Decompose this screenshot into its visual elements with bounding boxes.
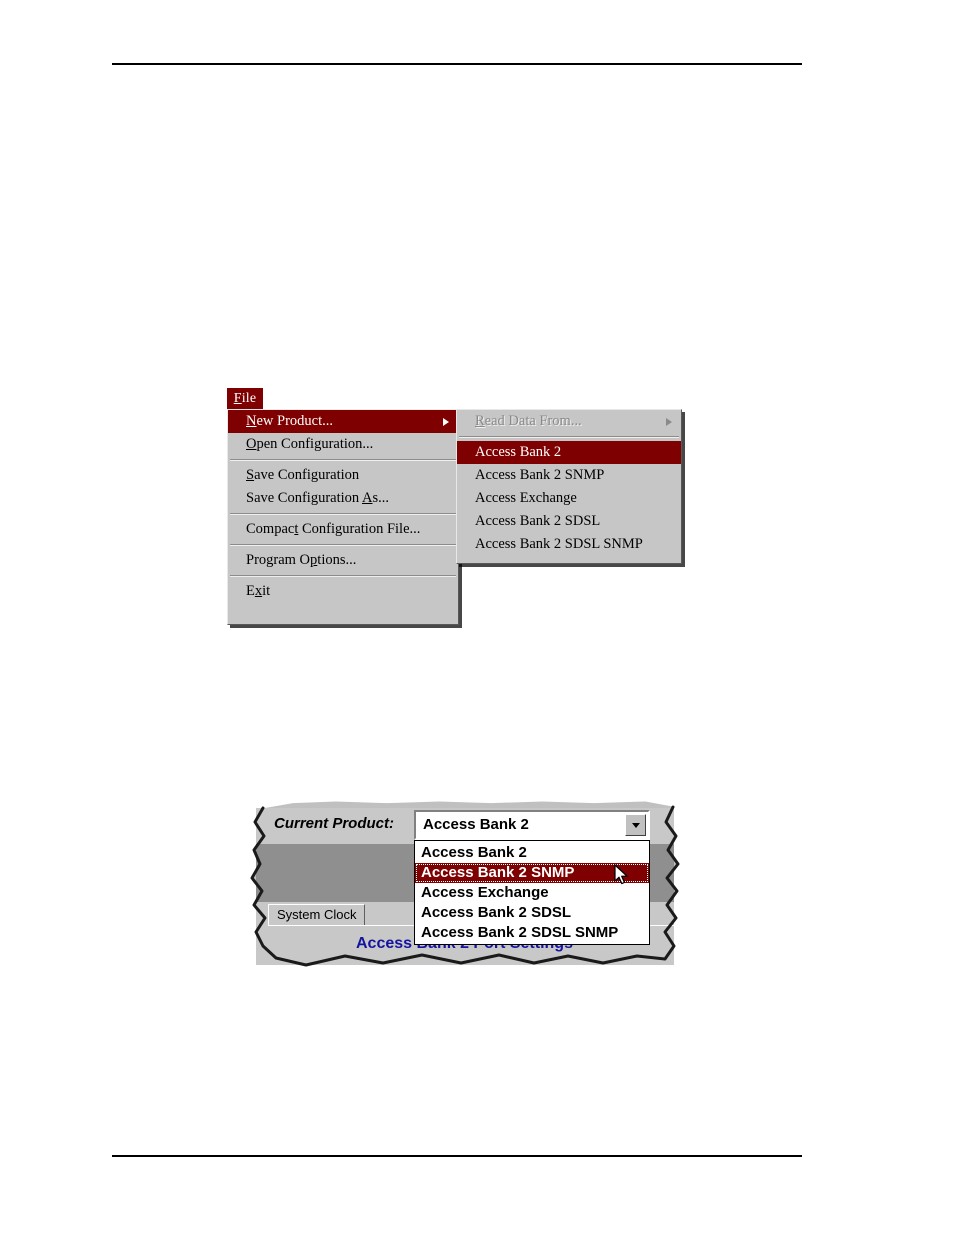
menu-item-program-options[interactable]: Program Options...: [228, 549, 458, 572]
dialog-content-area: Current Product: System Clock Access Ban…: [256, 802, 674, 965]
submenu-item-read-data-from-accelerator: R: [475, 413, 485, 429]
menu-item-open-configuration-accelerator: O: [246, 436, 257, 452]
page-footer-rule: [112, 1155, 802, 1157]
tab-system-clock-label: System Clock: [277, 907, 357, 922]
submenu-item-access-bank-2-sdsl[interactable]: Access Bank 2 SDSL: [457, 510, 681, 533]
new-product-submenu: Read Data From... Access Bank 2 Access B…: [456, 409, 682, 564]
dropdown-option-access-bank-2-sdsl[interactable]: Access Bank 2 SDSL: [415, 903, 649, 923]
menu-item-save-configuration-accelerator: S: [246, 467, 255, 483]
chevron-down-icon[interactable]: [625, 814, 646, 836]
submenu-item-read-data-from-label: ead Data From...: [484, 413, 582, 429]
current-product-combobox-value: Access Bank 2: [423, 816, 529, 833]
page-header-rule: [112, 63, 802, 65]
menu-item-save-configuration-as-label-pre: Save Configuration: [246, 490, 362, 506]
menu-item-exit[interactable]: Exit: [228, 580, 458, 603]
file-dropdown-menu: New Product... Open Configuration... Sav…: [227, 409, 459, 625]
menu-item-compact-configuration-file[interactable]: Compact Configuration File...: [228, 518, 458, 541]
dropdown-option-access-exchange[interactable]: Access Exchange: [415, 883, 649, 903]
menu-item-program-options-label-rest: tions...: [317, 552, 357, 568]
submenu-item-access-bank-2[interactable]: Access Bank 2: [457, 441, 681, 464]
menu-item-compact-label-pre: Compac: [246, 521, 295, 537]
dropdown-option-access-bank-2-snmp[interactable]: Access Bank 2 SNMP: [415, 863, 649, 883]
menu-item-save-configuration-label: ave Configuration: [254, 467, 360, 483]
dropdown-option-access-bank-2[interactable]: Access Bank 2: [415, 843, 649, 863]
submenu-item-access-bank-2-sdsl-snmp[interactable]: Access Bank 2 SDSL SNMP: [457, 533, 681, 556]
submenu-item-access-bank-2-sdsl-snmp-label: Access Bank 2 SDSL SNMP: [475, 536, 643, 552]
menu-item-open-configuration[interactable]: Open Configuration...: [228, 433, 458, 456]
file-menu-figure: File New Product... Open Configuration..…: [227, 388, 687, 628]
menu-item-save-configuration-as-accelerator: A: [362, 490, 373, 506]
current-product-dropdown-list: Access Bank 2 Access Bank 2 SNMP Access …: [414, 840, 650, 945]
current-product-label: Current Product:: [274, 815, 394, 832]
menu-separator-4: [230, 575, 456, 577]
menubar-file-button[interactable]: File: [227, 388, 263, 409]
menu-item-exit-label-rest: it: [262, 583, 271, 599]
menu-item-new-product-label: ew Product...: [256, 413, 333, 429]
submenu-separator-1: [459, 436, 679, 438]
menu-item-save-configuration-as[interactable]: Save Configuration As...: [228, 487, 458, 510]
submenu-item-read-data-from[interactable]: Read Data From...: [457, 410, 681, 433]
menubar-file-accelerator: F: [233, 391, 242, 406]
submenu-item-access-bank-2-sdsl-label: Access Bank 2 SDSL: [475, 513, 601, 529]
menu-separator-1: [230, 459, 456, 461]
menu-separator-3: [230, 544, 456, 546]
menubar-file-label-rest: ile: [241, 391, 257, 406]
menu-item-open-configuration-label: pen Configuration...: [256, 436, 374, 452]
current-product-combobox[interactable]: Access Bank 2: [414, 810, 650, 840]
menu-item-exit-label-pre: E: [246, 583, 255, 599]
menu-item-compact-label-rest: Configuration File...: [298, 521, 421, 537]
menu-separator-2: [230, 513, 456, 515]
submenu-item-access-exchange[interactable]: Access Exchange: [457, 487, 681, 510]
submenu-item-access-bank-2-label: Access Bank 2: [475, 444, 562, 460]
menu-item-program-options-label-pre: Program O: [246, 552, 311, 568]
menu-item-new-product[interactable]: New Product...: [228, 410, 458, 433]
menu-item-save-configuration-as-label-rest: s...: [372, 490, 390, 506]
dropdown-option-access-bank-2-sdsl-snmp[interactable]: Access Bank 2 SDSL SNMP: [415, 923, 649, 943]
menu-item-new-product-accelerator: N: [246, 413, 257, 429]
submenu-arrow-icon-read-data: [666, 417, 672, 426]
tab-system-clock[interactable]: System Clock: [268, 904, 366, 925]
submenu-item-access-bank-2-snmp-label: Access Bank 2 SNMP: [475, 467, 605, 483]
current-product-combo-figure: Current Product: System Clock Access Ban…: [250, 798, 680, 970]
menu-item-save-configuration[interactable]: Save Configuration: [228, 464, 458, 487]
submenu-arrow-icon: [443, 417, 449, 426]
submenu-item-access-bank-2-snmp[interactable]: Access Bank 2 SNMP: [457, 464, 681, 487]
submenu-item-access-exchange-label: Access Exchange: [475, 490, 577, 506]
